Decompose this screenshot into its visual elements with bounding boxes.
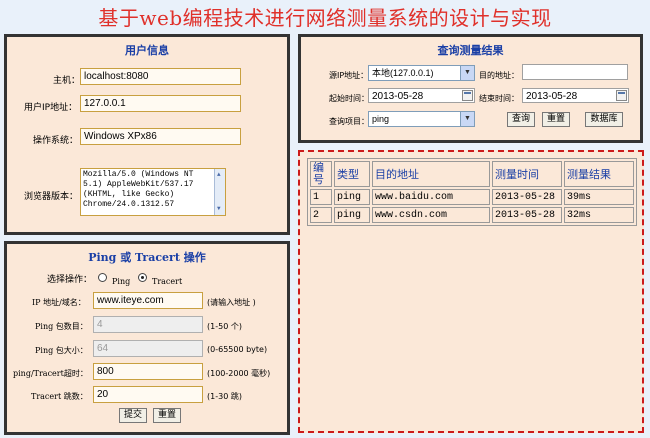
start-time-value: 2013-05-28: [372, 91, 424, 102]
query-panel-title: 查询测量结果: [437, 44, 504, 57]
ping-radio[interactable]: [98, 273, 107, 282]
calendar-icon[interactable]: [462, 90, 473, 101]
os-label: 操作系统：: [33, 136, 79, 146]
query-item-select[interactable]: ping ▼: [368, 111, 475, 127]
cell-dest: www.baidu.com: [372, 189, 490, 205]
end-time-value: 2013-05-28: [526, 91, 578, 102]
submit-button[interactable]: 提交: [119, 408, 147, 423]
cell-id: 1: [310, 189, 332, 205]
start-time-label: 起始时间：: [329, 94, 369, 103]
browser-line: 5.1) AppleWebKit/537.17: [83, 180, 194, 189]
ping-count-hint: (1-50 个): [207, 322, 242, 331]
ip-hint: (请输入地址 ): [207, 298, 256, 307]
scroll-down-icon[interactable]: ▼: [217, 204, 221, 214]
header-cell-dest: 目的地址: [372, 161, 490, 187]
user-info-title: 用户信息: [125, 44, 169, 57]
hops-label: Tracert 跳数：: [31, 392, 88, 401]
query-reset-button[interactable]: 重置: [542, 112, 570, 127]
ping-radio-label: Ping: [112, 277, 131, 286]
ip-domain-label: IP 地址/域名：: [32, 298, 86, 307]
host-field[interactable]: localhost:8080: [80, 68, 241, 85]
ip-domain-input[interactable]: www.iteye.com: [93, 292, 203, 309]
query-button[interactable]: 查询: [507, 112, 535, 127]
browser-line: Mozilla/5.0 (Windows NT: [83, 170, 194, 179]
hops-hint: (1-30 跳): [207, 392, 242, 401]
chevron-down-icon[interactable]: ▼: [460, 66, 474, 80]
header-cell-id: 编号: [310, 161, 332, 187]
user-ip-field[interactable]: 127.0.0.1: [80, 95, 241, 112]
timeout-label: ping/Tracert超时：: [13, 369, 88, 378]
browser-label: 浏览器版本：: [24, 192, 79, 202]
dest-address-label: 目的地址：: [479, 71, 519, 80]
hops-input[interactable]: 20: [93, 386, 203, 403]
header-cell-type: 类型: [334, 161, 370, 187]
browser-line: Chrome/24.0.1312.57: [83, 200, 175, 209]
calendar-icon[interactable]: [616, 90, 627, 101]
operation-label: 选择操作：: [47, 275, 93, 285]
header-cell-time: 测量时间: [492, 161, 562, 187]
table-row: 1 ping www.baidu.com 2013-05-28 39ms: [310, 189, 634, 205]
cell-time: 2013-05-28: [492, 189, 562, 205]
query-panel: 查询测量结果 源IP地址： 本地(127.0.0.1) ▼ 目的地址： 起始时间…: [298, 34, 643, 143]
source-ip-label: 源IP地址：: [329, 71, 369, 80]
source-ip-select[interactable]: 本地(127.0.0.1) ▼: [368, 65, 475, 81]
query-item-label: 查询项目：: [329, 117, 369, 126]
results-panel: 编号 类型 目的地址 测量时间 测量结果 1 ping www.baidu.co…: [298, 150, 644, 433]
tracert-radio-label: Tracert: [152, 277, 183, 286]
tracert-radio[interactable]: [138, 273, 147, 282]
chevron-down-icon[interactable]: ▼: [460, 112, 474, 126]
ping-tracert-panel: Ping 或 Tracert 操作 选择操作： Ping Tracert IP …: [4, 241, 290, 435]
ping-panel-title: Ping 或 Tracert 操作: [88, 251, 206, 264]
textarea-scrollbar[interactable]: ▲ ▼: [214, 169, 225, 215]
cell-type: ping: [334, 189, 370, 205]
cell-id: 2: [310, 207, 332, 223]
browser-textarea[interactable]: Mozilla/5.0 (Windows NT 5.1) AppleWebKit…: [80, 168, 226, 216]
query-item-value: ping: [372, 114, 390, 124]
timeout-hint: (100-2000 毫秒): [207, 369, 271, 378]
ping-size-hint: (0-65500 byte): [207, 345, 268, 354]
ping-size-label: Ping 包大小：: [35, 346, 88, 355]
source-ip-value: 本地(127.0.0.1): [372, 68, 434, 78]
database-button[interactable]: 数据库: [585, 112, 623, 127]
reset-button[interactable]: 重置: [153, 408, 181, 423]
ping-count-label: Ping 包数目：: [35, 322, 88, 331]
table-header-row: 编号 类型 目的地址 测量时间 测量结果: [310, 161, 634, 187]
cell-dest: www.csdn.com: [372, 207, 490, 223]
end-time-input[interactable]: 2013-05-28: [522, 88, 629, 103]
scroll-up-icon[interactable]: ▲: [217, 170, 221, 180]
cell-type: ping: [334, 207, 370, 223]
timeout-input[interactable]: 800: [93, 363, 203, 380]
cell-time: 2013-05-28: [492, 207, 562, 223]
user-ip-label: 用户IP地址：: [24, 103, 78, 113]
browser-line: (KHTML, like Gecko): [83, 190, 175, 199]
cell-result: 32ms: [564, 207, 634, 223]
page-title: 基于web编程技术进行网络测量系统的设计与实现: [98, 6, 552, 30]
ping-size-input[interactable]: 64: [93, 340, 203, 357]
user-info-panel: 用户信息 主机： localhost:8080 用户IP地址： 127.0.0.…: [4, 34, 290, 235]
end-time-label: 结束时间：: [479, 94, 519, 103]
start-time-input[interactable]: 2013-05-28: [368, 88, 475, 103]
ping-count-input[interactable]: 4: [93, 316, 203, 333]
cell-result: 39ms: [564, 189, 634, 205]
results-table: 编号 类型 目的地址 测量时间 测量结果 1 ping www.baidu.co…: [307, 158, 637, 226]
header-cell-result: 测量结果: [564, 161, 634, 187]
host-label: 主机：: [53, 76, 81, 86]
os-field[interactable]: Windows XPx86: [80, 128, 241, 145]
dest-address-input[interactable]: [522, 64, 628, 80]
table-row: 2 ping www.csdn.com 2013-05-28 32ms: [310, 207, 634, 223]
